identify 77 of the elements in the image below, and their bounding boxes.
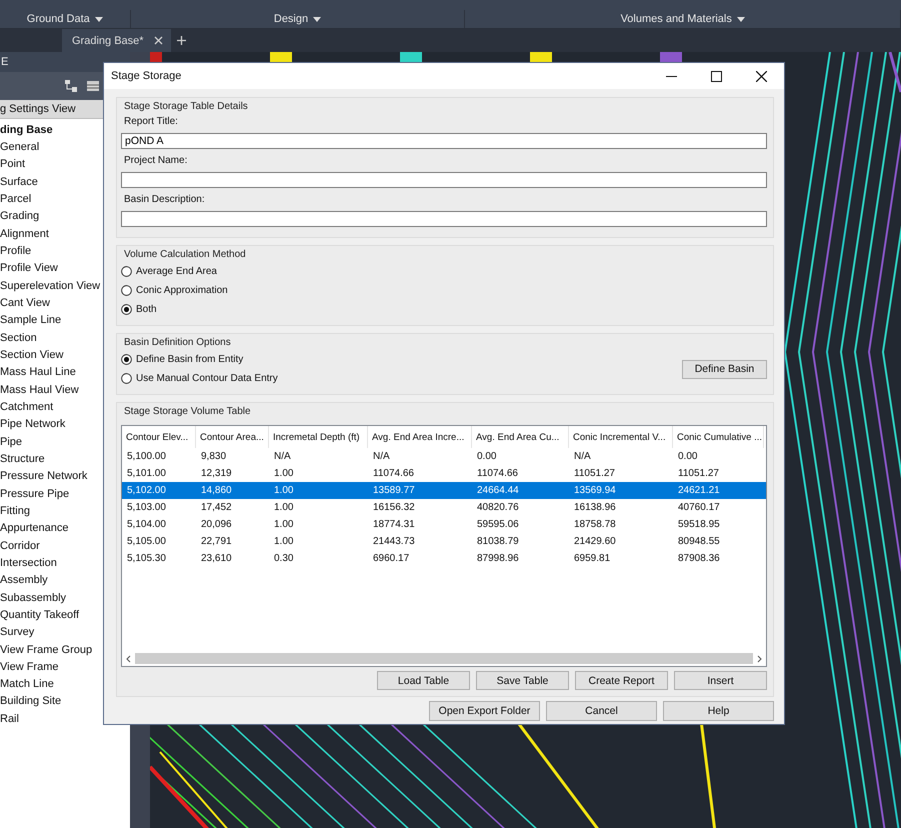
tree-item[interactable]: Pipe Network: [0, 418, 66, 430]
tree-item[interactable]: Sample Line: [0, 314, 62, 326]
column-header[interactable]: Conic Incremental V...: [569, 426, 673, 448]
table-row[interactable]: 5,104.00 20,096 1.00 18774.31 59595.06 18758.78 59518.95: [122, 516, 766, 533]
tree-item[interactable]: Section: [0, 332, 37, 344]
tree-item[interactable]: ding Base: [0, 124, 53, 136]
table-action-button[interactable]: Save Table: [476, 671, 569, 690]
tree-item[interactable]: Rail: [0, 712, 19, 725]
tree-item[interactable]: Pressure Network: [0, 470, 88, 482]
tree-item[interactable]: Survey: [0, 626, 34, 638]
tree-item[interactable]: Structure: [0, 452, 45, 465]
tree-item[interactable]: Cant View: [0, 296, 50, 309]
table-row[interactable]: 5,102.00 14,860 1.00 13589.77 24664.44 13569.94 24621.21: [122, 482, 766, 499]
tree-item[interactable]: Catchment: [0, 400, 54, 413]
field-label: Basin Description:: [123, 194, 206, 207]
radio-label: Conic Approximation: [136, 285, 228, 296]
radio-label: Define Basin from Entity: [136, 354, 244, 365]
ribbon-panel-label[interactable]: Volumes and Materials: [465, 10, 901, 28]
view-label: g Settings View: [0, 103, 76, 115]
tree-item[interactable]: Surface: [0, 176, 38, 188]
table-action-button[interactable]: Insert: [674, 671, 767, 690]
tree-item[interactable]: General: [0, 140, 40, 153]
table-row[interactable]: 5,105.00 22,791 1.00 21443.73 81038.79 21429.60 80948.55: [122, 533, 766, 550]
document-tab[interactable]: Grading Base*: [62, 29, 171, 52]
tree-item[interactable]: Point: [0, 158, 26, 170]
tree-item[interactable]: Appurtenance: [0, 522, 68, 534]
tree-item[interactable]: Parcel: [0, 192, 32, 205]
radio-label: Use Manual Contour Data Entry: [136, 373, 278, 384]
table-row[interactable]: 5,100.00 9,830 N/A N/A 0.00 N/A 0.00: [122, 448, 766, 465]
column-header[interactable]: Contour Area...: [196, 426, 269, 448]
dialog-button[interactable]: Help: [663, 701, 774, 721]
group-legend: Stage Storage Table Details: [121, 101, 767, 114]
field-label: Project Name:: [123, 155, 188, 168]
tree-item[interactable]: Intersection: [0, 556, 57, 569]
text-field[interactable]: pOND A: [121, 133, 767, 149]
tree-item[interactable]: Fitting: [0, 504, 30, 517]
column-header[interactable]: Contour Elev...: [122, 426, 196, 448]
tree-item[interactable]: Superelevation View: [0, 280, 100, 292]
group-legend: Basin Definition Options: [121, 337, 767, 350]
tree-item[interactable]: View Frame Group: [0, 644, 92, 656]
group-legend: Volume Calculation Method: [121, 249, 767, 262]
column-header[interactable]: Avg. End Area Cu...: [472, 426, 569, 448]
radio-label: Average End Area: [136, 266, 217, 277]
table-row[interactable]: 5,103.00 17,452 1.00 16156.32 40820.76 16138.96 40760.17: [122, 499, 766, 516]
tree-item[interactable]: Pressure Pipe: [0, 488, 70, 500]
tree-item[interactable]: Building Site: [0, 695, 62, 708]
tree-item[interactable]: Quantity Takeoff: [0, 608, 80, 621]
column-header[interactable]: Incremetal Depth (ft): [269, 426, 368, 448]
radio-label: Both: [136, 304, 157, 315]
field-label: Report Title:: [123, 116, 179, 129]
tree-item[interactable]: Profile View: [0, 262, 58, 274]
ribbon-panel-label[interactable]: Design: [130, 10, 466, 28]
table-row[interactable]: 5,101.00 12,319 1.00 11074.66 11074.66 11051.27 11051.27: [122, 465, 766, 482]
tree-item[interactable]: Mass Haul View: [0, 384, 79, 396]
tree-item[interactable]: Match Line: [0, 678, 54, 690]
tree-item[interactable]: Alignment: [0, 228, 49, 240]
dialog-button[interactable]: Cancel: [546, 701, 657, 721]
dialog-title: Stage Storage: [111, 70, 182, 82]
group-legend: Stage Storage Volume Table: [121, 406, 767, 419]
tree-item[interactable]: Section View: [0, 348, 64, 361]
tree-item[interactable]: Assembly: [0, 574, 48, 586]
panel-title: E: [1, 56, 8, 68]
ribbon-panel-label[interactable]: Ground Data: [0, 10, 131, 28]
table-action-button[interactable]: Load Table: [377, 671, 470, 690]
tree-item[interactable]: Grading: [0, 210, 40, 222]
column-header[interactable]: Conic Cumulative ...: [673, 426, 764, 448]
define-basin-button[interactable]: Define Basin: [682, 360, 767, 378]
table-row[interactable]: 5,105.30 23,610 0.30 6960.17 87998.96 6959.81 87908.36: [122, 550, 766, 567]
table-action-button[interactable]: Create Report: [575, 671, 668, 690]
tree-item[interactable]: View Frame: [0, 660, 58, 673]
tree-item[interactable]: Mass Haul Line: [0, 366, 76, 378]
tree-item[interactable]: Profile: [0, 244, 32, 257]
tree-item[interactable]: Corridor: [0, 540, 40, 552]
dialog-button[interactable]: Open Export Folder: [429, 701, 540, 721]
tree-item[interactable]: Subassembly: [0, 592, 66, 604]
tree-item[interactable]: Pipe: [0, 436, 22, 448]
column-header[interactable]: Avg. End Area Incre...: [368, 426, 472, 448]
